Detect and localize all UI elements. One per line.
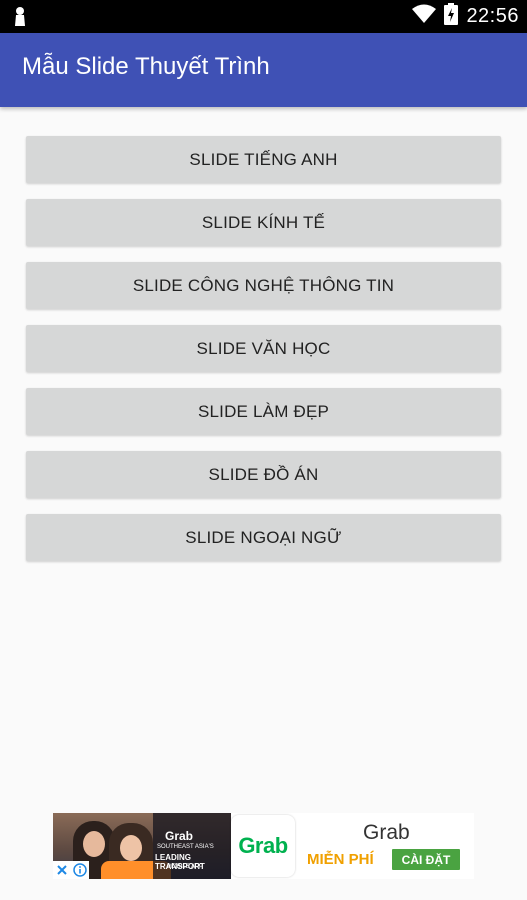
page-title: Mẫu Slide Thuyết Trình: [22, 53, 270, 80]
slide-project-button[interactable]: SLIDE ĐỒ ÁN: [26, 451, 501, 498]
ad-photo-text: SOUTHEAST ASIA'S: [157, 844, 214, 850]
slide-english-button[interactable]: SLIDE TIẾNG ANH: [26, 136, 501, 183]
ad-photo-brand: Grab: [165, 829, 194, 843]
ad-price: MIỄN PHÍ: [307, 851, 374, 868]
ad-photo-text: MOBILE APP: [167, 864, 204, 870]
battery-icon: [444, 3, 459, 30]
slide-it-button[interactable]: SLIDE CÔNG NGHỆ THÔNG TIN: [26, 262, 501, 309]
slide-economics-button[interactable]: SLIDE KÍNH TẾ: [26, 199, 501, 246]
ad-install-button[interactable]: CÀI ĐẶT: [392, 849, 460, 870]
slide-beauty-button[interactable]: SLIDE LÀM ĐẸP: [26, 388, 501, 435]
status-bar: 22:56: [0, 0, 527, 33]
notification-icon: [14, 6, 26, 33]
info-icon[interactable]: [71, 861, 89, 879]
ad-person-face: [120, 835, 142, 861]
ad-app-logo[interactable]: Grab: [231, 815, 295, 877]
ad-banner[interactable]: Grab SOUTHEAST ASIA'S LEADING TRANSPORT …: [53, 813, 474, 879]
status-time: 22:56: [466, 5, 519, 27]
app-bar: Mẫu Slide Thuyết Trình: [0, 33, 527, 107]
button-list: SLIDE TIẾNG ANH SLIDE KÍNH TẾ SLIDE CÔNG…: [26, 136, 501, 577]
ad-person-face: [83, 831, 105, 857]
ad-image[interactable]: Grab SOUTHEAST ASIA'S LEADING TRANSPORT …: [53, 813, 231, 879]
ad-app-name[interactable]: Grab: [363, 821, 410, 845]
status-icons: 22:56: [412, 3, 519, 30]
close-icon[interactable]: [53, 861, 71, 879]
ad-logo-text: Grab: [238, 833, 288, 858]
slide-literature-button[interactable]: SLIDE VĂN HỌC: [26, 325, 501, 372]
slide-foreign-language-button[interactable]: SLIDE NGOẠI NGỮ: [26, 514, 501, 561]
ad-controls: [53, 861, 89, 879]
wifi-icon: [412, 4, 437, 29]
